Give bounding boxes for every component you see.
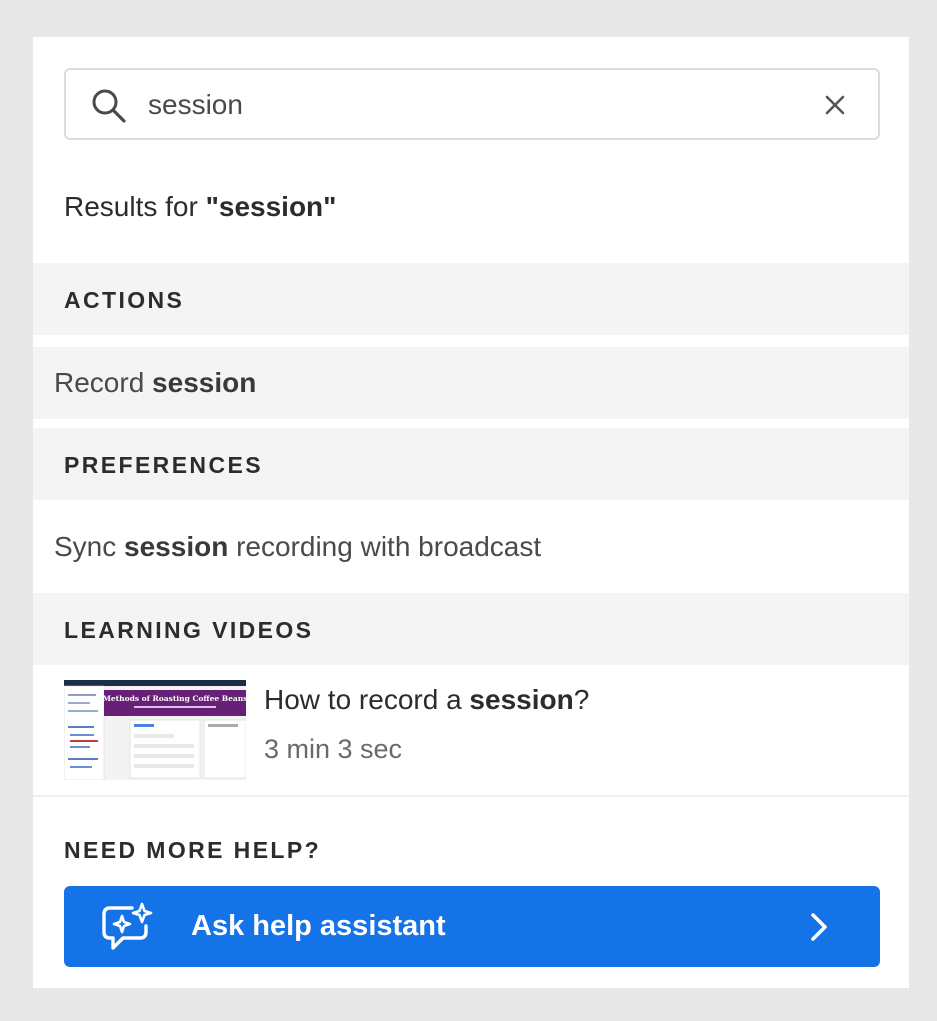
video-thumbnail[interactable]: Methods of Roasting Coffee Beans xyxy=(64,680,246,780)
result-text: Sync xyxy=(54,531,125,562)
search-query-text[interactable]: session xyxy=(148,88,243,122)
result-match: session xyxy=(152,367,257,398)
search-input[interactable]: session xyxy=(64,68,880,140)
divider xyxy=(33,795,909,797)
section-header-preferences: PREFERENCES xyxy=(33,428,909,500)
need-help-label: NEED MORE HELP? xyxy=(64,837,322,863)
ask-help-assistant-button[interactable]: Ask help assistant xyxy=(64,886,880,967)
result-match: session xyxy=(124,531,229,562)
result-text: recording with broadcast xyxy=(228,531,542,562)
result-text: ? xyxy=(573,684,590,715)
ask-help-assistant-label: Ask help assistant xyxy=(191,910,446,942)
result-text: Record xyxy=(54,367,153,398)
video-thumbnail-image: Methods of Roasting Coffee Beans xyxy=(64,680,246,780)
thumbnail-title: Methods of Roasting Coffee Beans xyxy=(103,694,246,703)
results-heading: Results for "session" xyxy=(64,189,336,225)
ai-assistant-icon xyxy=(102,902,153,950)
preference-item-sync-session[interactable]: Sync session recording with broadcast xyxy=(33,511,909,583)
section-header-actions: ACTIONS xyxy=(33,263,909,335)
chevron-right-icon xyxy=(811,913,827,941)
results-prefix: Results for xyxy=(64,191,206,222)
video-title[interactable]: How to record a session? xyxy=(264,682,589,718)
result-text: How to record a xyxy=(264,684,470,715)
search-results-panel: session Results for "session" ACTIONS Re… xyxy=(33,37,909,988)
result-match: session xyxy=(469,684,574,715)
results-query: "session" xyxy=(205,191,337,222)
action-item-record-session[interactable]: Record session xyxy=(33,347,909,419)
search-icon xyxy=(92,89,126,123)
close-icon[interactable] xyxy=(822,92,848,118)
section-header-learning-videos: LEARNING VIDEOS xyxy=(33,593,909,665)
video-duration: 3 min 3 sec xyxy=(264,734,403,764)
